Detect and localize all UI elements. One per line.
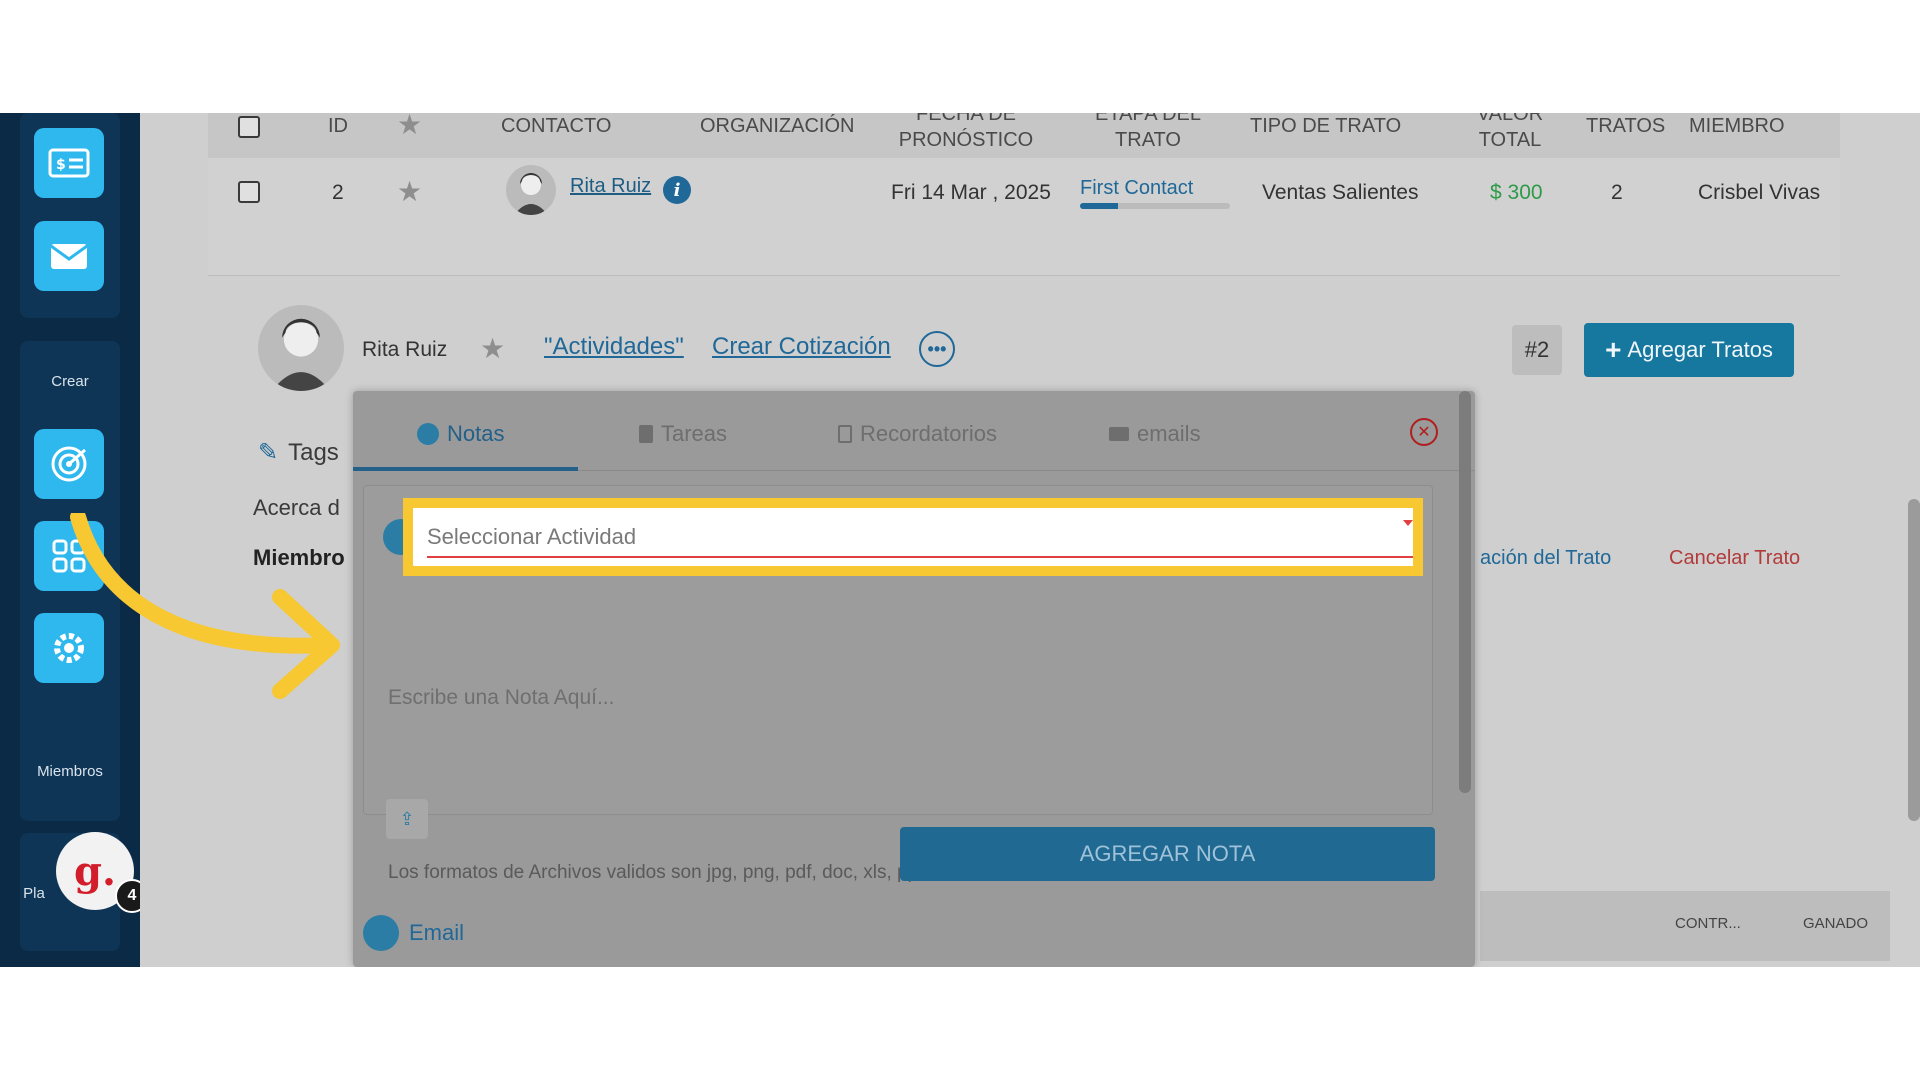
row-checkbox[interactable] xyxy=(238,181,260,203)
note-textarea[interactable]: Escribe una Nota Aquí... xyxy=(388,686,614,710)
tab-emails[interactable]: emails xyxy=(1109,421,1201,447)
notes-icon xyxy=(417,423,439,445)
tab-emails-label: emails xyxy=(1137,421,1201,446)
info-icon[interactable]: i xyxy=(663,176,691,204)
plus-icon: + xyxy=(1605,334,1622,365)
header-id: ID xyxy=(328,115,348,137)
sidebar-target-button[interactable] xyxy=(34,429,104,499)
tags-section[interactable]: ✎ Tags xyxy=(258,438,339,467)
sidebar-miembros-label: Miembros xyxy=(37,763,103,780)
clipboard-icon xyxy=(639,425,653,443)
select-activity-placeholder: Seleccionar Actividad xyxy=(427,524,637,549)
table-row[interactable]: 2 ★ Rita Ruiz i Fri 14 Mar , 2025 First … xyxy=(208,158,1840,276)
file-formats-hint: Los formatos de Archivos validos son jpg… xyxy=(388,862,924,883)
page-scrollbar[interactable] xyxy=(1908,499,1920,821)
header-star-icon: ★ xyxy=(397,113,423,140)
row-tratos: 2 xyxy=(1611,181,1623,204)
evaluacion-trato-link[interactable]: ación del Trato xyxy=(1480,547,1611,570)
modal-tabs: Notas Tareas Recordatorios emails ✕ xyxy=(353,391,1475,471)
sidebar-mail-button[interactable] xyxy=(34,221,104,291)
add-deals-button[interactable]: + Agregar Tratos xyxy=(1584,323,1794,377)
table-header: ID ★ CONTACTO ORGANIZACIÓN FECHA DE PRON… xyxy=(208,113,1840,158)
email-activity-label: Email xyxy=(409,920,465,945)
ellipsis-icon: ••• xyxy=(927,338,947,359)
tags-label: Tags xyxy=(288,438,339,466)
header-tipo: TIPO DE TRATO xyxy=(1250,115,1402,137)
app-frame: $ Crear Miembros Pla g. 4 ID ★ CONTACTO … xyxy=(0,113,1920,967)
select-activity-dropdown[interactable]: Seleccionar Actividad xyxy=(403,498,1423,576)
annotation-arrow-icon xyxy=(70,513,340,699)
row-tipo: Ventas Salientes xyxy=(1262,181,1419,204)
row-miembro: Crisbel Vivas xyxy=(1698,181,1821,204)
header-organizacion: ORGANIZACIÓN xyxy=(700,115,855,137)
email-activity-icon xyxy=(363,915,399,951)
email-activity-row[interactable]: Email xyxy=(363,915,464,951)
close-modal-button[interactable]: ✕ xyxy=(1410,418,1438,446)
header-contacto: CONTACTO xyxy=(501,115,612,137)
upload-button[interactable]: ⇪ xyxy=(386,799,428,839)
deal-contact-name: Rita Ruiz xyxy=(362,338,448,361)
add-note-button[interactable]: AGREGAR NOTA xyxy=(900,827,1435,881)
contact-link[interactable]: Rita Ruiz xyxy=(570,175,651,198)
tab-tareas[interactable]: Tareas xyxy=(639,421,727,447)
header-miembro: MIEMBRO xyxy=(1689,115,1785,137)
row-star-icon[interactable]: ★ xyxy=(397,178,422,206)
edit-icon: ✎ xyxy=(258,439,279,466)
active-tab-indicator xyxy=(353,467,578,471)
sidebar-crear-label: Crear xyxy=(51,373,89,390)
deal-id-badge: #2 xyxy=(1512,325,1562,375)
activity-modal: Notas Tareas Recordatorios emails ✕ Escr… xyxy=(353,391,1475,967)
header-etapa: ETAPA DEL TRATO xyxy=(1095,113,1201,151)
deal-avatar xyxy=(258,305,344,391)
upload-icon: ⇪ xyxy=(399,808,415,829)
actividades-link[interactable]: "Actividades" xyxy=(544,333,684,361)
row-valor: $ 300 xyxy=(1490,181,1543,204)
etapa-progress-bar xyxy=(1080,203,1230,209)
select-underline xyxy=(427,556,1413,558)
document-icon xyxy=(838,425,852,443)
add-deals-label: Agregar Tratos xyxy=(1627,337,1773,362)
sidebar-deals-button[interactable]: $ xyxy=(34,128,104,198)
target-icon xyxy=(51,446,87,482)
select-all-checkbox[interactable] xyxy=(238,116,260,138)
chevron-down-icon xyxy=(1403,520,1413,526)
person-icon xyxy=(271,318,331,391)
mini-header-contr: CONTR... xyxy=(1675,915,1741,932)
tab-notas-label: Notas xyxy=(447,421,505,446)
person-icon xyxy=(514,173,548,215)
row-fecha: Fri 14 Mar , 2025 xyxy=(891,181,1051,204)
tab-recordatorios-label: Recordatorios xyxy=(860,421,997,446)
svg-text:$: $ xyxy=(56,157,66,173)
deal-star-icon[interactable]: ★ xyxy=(480,335,505,363)
modal-scrollbar[interactable] xyxy=(1459,391,1471,793)
money-card-icon: $ xyxy=(48,148,90,178)
sidebar-group-top: $ xyxy=(20,113,120,318)
close-icon: ✕ xyxy=(1417,424,1431,441)
mini-header-ganado: GANADO xyxy=(1803,915,1869,932)
contact-avatar xyxy=(506,165,556,215)
mail-icon xyxy=(50,244,88,269)
tab-tareas-label: Tareas xyxy=(661,421,728,446)
pipeline-mini-header: CONTR... GANADO xyxy=(1480,891,1890,961)
row-etapa: First Contact xyxy=(1080,177,1194,199)
tab-recordatorios[interactable]: Recordatorios xyxy=(838,421,997,447)
header-valor: VALOR TOTAL xyxy=(1476,113,1544,151)
header-tratos: TRATOS xyxy=(1586,115,1666,137)
crear-cotizacion-link[interactable]: Crear Cotización xyxy=(712,333,891,361)
cancelar-trato-link[interactable]: Cancelar Trato xyxy=(1669,547,1800,570)
header-fecha: FECHA DE PRONÓSTICO xyxy=(898,113,1034,151)
envelope-icon xyxy=(1109,427,1129,441)
more-options-button[interactable]: ••• xyxy=(919,331,955,367)
row-id: 2 xyxy=(332,181,344,204)
etapa-progress-fill xyxy=(1080,203,1118,209)
tab-notas[interactable]: Notas xyxy=(417,421,504,447)
